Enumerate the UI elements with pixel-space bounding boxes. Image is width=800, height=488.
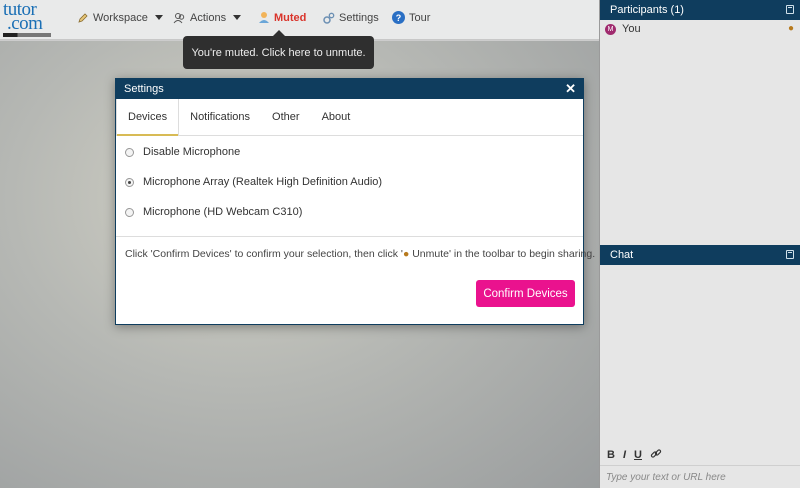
confirm-devices-button[interactable]: Confirm Devices bbox=[476, 280, 575, 307]
help-icon: ? bbox=[392, 11, 405, 24]
tab-label: Devices bbox=[128, 111, 168, 123]
option-microphone-array[interactable]: Microphone Array (Realtek High Definitio… bbox=[125, 176, 382, 188]
tab-label: About bbox=[321, 111, 351, 123]
option-label: Disable Microphone bbox=[143, 146, 241, 158]
tour-label: Tour bbox=[409, 11, 431, 24]
option-label: Microphone Array (Realtek High Definitio… bbox=[143, 176, 383, 188]
gear-icon bbox=[322, 11, 335, 24]
radio-button[interactable] bbox=[125, 147, 134, 157]
tab-notifications[interactable]: Notifications bbox=[179, 99, 261, 135]
chat-input-placeholder: Type your text or URL here bbox=[606, 472, 726, 483]
actions-label: Actions bbox=[190, 11, 227, 24]
hint-button-name: Unmute bbox=[412, 248, 449, 260]
option-label: Microphone (HD Webcam C310) bbox=[143, 206, 303, 218]
logo-line2: .com bbox=[7, 13, 43, 34]
people-icon bbox=[173, 11, 186, 24]
chat-header: Chat bbox=[600, 245, 800, 265]
radio-button[interactable] bbox=[125, 207, 134, 217]
chat-input[interactable]: Type your text or URL here bbox=[600, 465, 800, 488]
close-icon[interactable]: ✕ bbox=[565, 82, 576, 95]
settings-dialog: Settings ✕ Devices Notifications Other A… bbox=[115, 78, 595, 325]
avatar: M bbox=[605, 23, 616, 35]
expand-icon[interactable] bbox=[786, 250, 794, 259]
participants-header: Participants (1) bbox=[600, 0, 800, 20]
underline-button[interactable]: U bbox=[634, 449, 642, 461]
muted-label: Muted bbox=[274, 11, 307, 24]
divider bbox=[116, 236, 583, 237]
dialog-title: Settings bbox=[124, 83, 164, 95]
chevron-down-icon bbox=[154, 15, 163, 20]
tab-label: Other bbox=[272, 111, 300, 123]
chat-panel: Chat bbox=[600, 245, 800, 265]
participants-title: Participants (1) bbox=[610, 4, 684, 16]
tab-about[interactable]: About bbox=[311, 99, 362, 135]
tooltip-text: You're muted. Click here to unmute. bbox=[191, 46, 366, 59]
pencil-icon bbox=[76, 11, 89, 24]
muted-user-icon: ● bbox=[787, 23, 794, 34]
dialog-header: Settings ✕ bbox=[116, 79, 583, 99]
muted-toggle-button[interactable]: Muted bbox=[257, 11, 306, 24]
confirm-hint-text: Click 'Confirm Devices' to confirm your … bbox=[125, 248, 595, 260]
chat-format-toolbar: B I U bbox=[600, 446, 800, 464]
tour-button[interactable]: ? Tour bbox=[392, 11, 430, 24]
tab-other[interactable]: Other bbox=[261, 99, 311, 135]
muted-user-icon bbox=[257, 11, 270, 24]
participant-name: You bbox=[622, 23, 641, 35]
unmute-tooltip[interactable]: You're muted. Click here to unmute. bbox=[183, 30, 374, 69]
hint-after: ' in the toolbar to begin sharing. bbox=[448, 248, 596, 260]
tab-devices[interactable]: Devices bbox=[116, 99, 180, 136]
settings-button[interactable]: Settings bbox=[322, 11, 379, 24]
link-icon[interactable] bbox=[650, 448, 662, 463]
workspace-label: Workspace bbox=[93, 11, 148, 24]
radio-button[interactable] bbox=[125, 177, 134, 187]
right-sidebar: Participants (1) M You ● Chat B I U Type… bbox=[599, 0, 800, 488]
confirm-label: Confirm Devices bbox=[483, 287, 568, 300]
settings-tabs: Devices Notifications Other About bbox=[116, 99, 583, 136]
tab-label: Notifications bbox=[190, 111, 251, 123]
settings-label: Settings bbox=[339, 11, 379, 24]
muted-user-icon: ● bbox=[402, 248, 410, 260]
tutor-com-logo: tutor .com bbox=[3, 0, 55, 37]
option-disable-microphone[interactable]: Disable Microphone bbox=[125, 146, 240, 158]
chevron-down-icon bbox=[233, 15, 242, 20]
option-webcam-microphone[interactable]: Microphone (HD Webcam C310) bbox=[125, 206, 302, 218]
italic-button[interactable]: I bbox=[623, 449, 626, 461]
actions-menu-button[interactable]: Actions bbox=[173, 11, 242, 24]
chat-title: Chat bbox=[610, 249, 634, 261]
hint-before: Click 'Confirm Devices' to confirm your … bbox=[125, 248, 403, 260]
participant-row[interactable]: M You ● bbox=[600, 20, 800, 38]
bold-button[interactable]: B bbox=[607, 449, 615, 461]
workspace-menu-button[interactable]: Workspace bbox=[76, 11, 163, 24]
top-toolbar: tutor .com Workspace Actions Muted Settin… bbox=[0, 0, 600, 40]
expand-icon[interactable] bbox=[786, 5, 794, 14]
